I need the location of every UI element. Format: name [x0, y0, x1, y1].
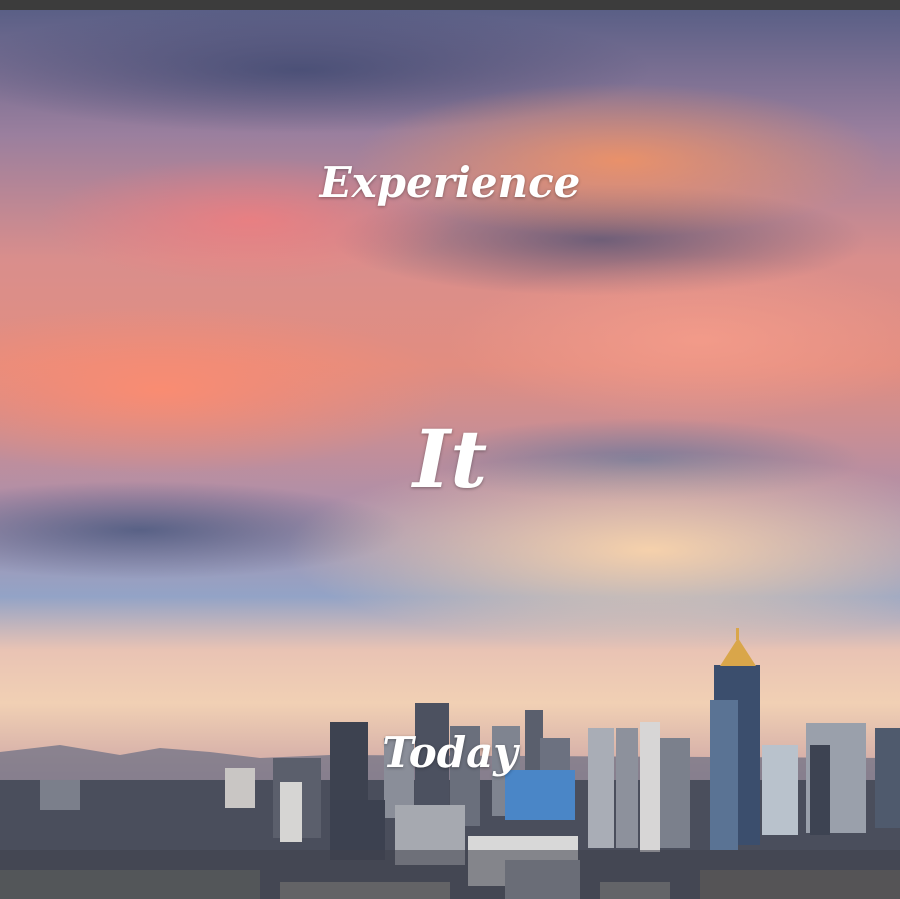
headline-it: It — [412, 412, 488, 506]
hero-banner: Experience It Today — [0, 10, 900, 899]
headline-experience: Experience — [319, 158, 581, 207]
browser-frame: Experience It Today — [0, 0, 900, 899]
window-top-bar — [0, 0, 900, 10]
headline-today: Today — [382, 728, 518, 777]
